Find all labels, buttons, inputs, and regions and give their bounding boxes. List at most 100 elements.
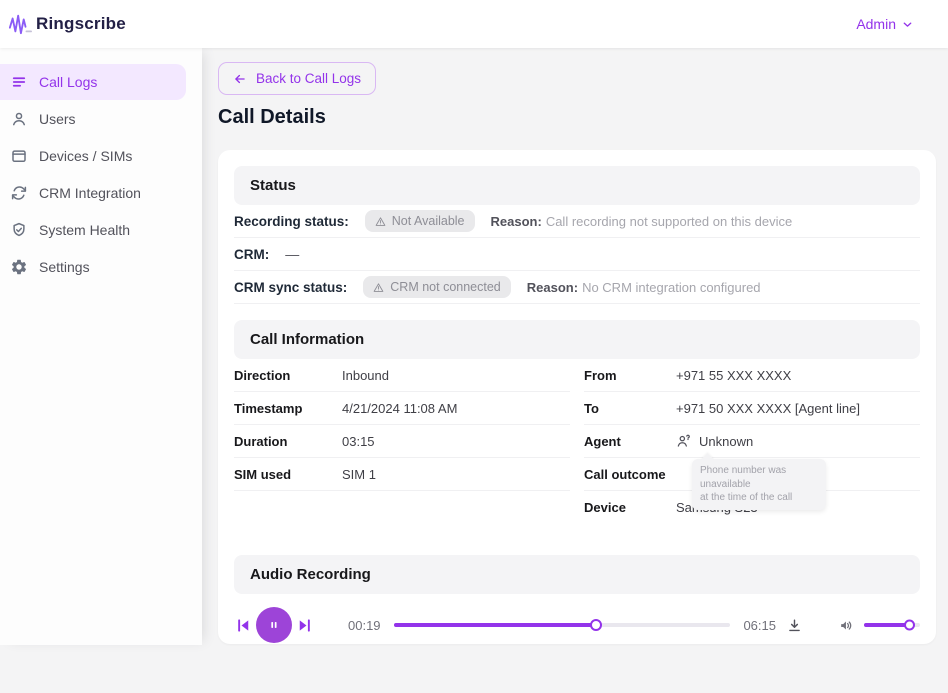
download-button[interactable] xyxy=(786,617,803,634)
field-value: Unknown xyxy=(676,433,753,449)
crm-sync-status-label: CRM sync status: xyxy=(234,280,347,295)
sidebar-item-label: Call Logs xyxy=(39,74,97,90)
direction-field: Direction Inbound xyxy=(234,359,570,392)
current-time: 00:19 xyxy=(348,618,381,633)
volume-slider[interactable] xyxy=(864,623,920,627)
progress-bar[interactable] xyxy=(394,623,731,627)
user-menu[interactable]: Admin xyxy=(856,16,914,32)
crm-sync-status-row: CRM sync status: CRM not connected Reaso… xyxy=(234,271,920,304)
sidebar-item-call-logs[interactable]: Call Logs xyxy=(0,64,186,100)
total-time: 06:15 xyxy=(743,618,776,633)
reason-label: Reason: xyxy=(491,214,542,229)
field-label: SIM used xyxy=(234,467,342,482)
field-label: Device xyxy=(584,500,676,515)
reason-label: Reason: xyxy=(527,280,578,295)
crm-value: — xyxy=(285,246,299,262)
user-icon xyxy=(10,110,28,128)
back-to-call-logs-button[interactable]: Back to Call Logs xyxy=(218,62,376,95)
sim-used-field: SIM used SIM 1 xyxy=(234,458,570,491)
duration-field: Duration 03:15 xyxy=(234,425,570,458)
crm-sync-status-badge: CRM not connected xyxy=(363,276,510,298)
crm-label: CRM: xyxy=(234,247,269,262)
sidebar-item-devices-sims[interactable]: Devices / SIMs xyxy=(0,138,202,174)
sidebar-item-label: System Health xyxy=(39,222,130,238)
progress-fill xyxy=(394,623,596,627)
recording-status-label: Recording status: xyxy=(234,214,349,229)
sidebar-item-system-health[interactable]: System Health xyxy=(0,212,202,248)
field-label: To xyxy=(584,401,676,416)
volume-thumb[interactable] xyxy=(904,620,915,631)
crm-row: CRM: — xyxy=(234,238,920,271)
recording-status-badge-label: Not Available xyxy=(392,214,465,228)
reason-text: Call recording not supported on this dev… xyxy=(546,214,792,229)
brand-name: Ringscribe xyxy=(36,14,126,34)
audio-player: 00:19 06:15 xyxy=(234,605,920,645)
user-menu-label: Admin xyxy=(856,16,896,32)
agent-value-text: Unknown xyxy=(699,434,753,449)
field-value: Inbound xyxy=(342,368,389,383)
shield-check-icon xyxy=(10,221,28,239)
audio-recording-section: Audio Recording xyxy=(234,555,920,645)
user-question-icon xyxy=(676,433,692,449)
agent-field: Agent Unknown xyxy=(584,425,920,458)
timestamp-field: Timestamp 4/21/2024 11:08 AM xyxy=(234,392,570,425)
call-details-card: Status Recording status: Not Available R… xyxy=(218,150,936,644)
skip-forward-button[interactable] xyxy=(295,616,314,635)
recording-status-row: Recording status: Not Available Reason: C… xyxy=(234,205,920,238)
sidebar-item-label: CRM Integration xyxy=(39,185,141,201)
brand-logo: Ringscribe xyxy=(8,12,126,36)
back-button-label: Back to Call Logs xyxy=(256,71,361,86)
page-title: Call Details xyxy=(218,106,936,129)
download-icon xyxy=(786,617,803,634)
call-information-header: Call Information xyxy=(234,320,920,359)
crm-sync-badge-label: CRM not connected xyxy=(390,280,500,294)
field-label: Timestamp xyxy=(234,401,342,416)
recording-reason: Reason: Call recording not supported on t… xyxy=(491,214,793,229)
field-value: SIM 1 xyxy=(342,467,376,482)
empty-cell xyxy=(234,491,570,524)
skip-back-button[interactable] xyxy=(234,616,253,635)
field-value: 03:15 xyxy=(342,434,375,449)
warning-icon xyxy=(375,216,386,227)
device-icon xyxy=(10,147,28,165)
sidebar-item-label: Users xyxy=(39,111,76,127)
main-content: Back to Call Logs Call Details Status Re… xyxy=(202,48,948,645)
crm-sync-reason: Reason: No CRM integration configured xyxy=(527,280,761,295)
status-section-header: Status xyxy=(234,166,920,205)
agent-unavailable-tooltip: Phone number was unavailable at the time… xyxy=(692,459,826,510)
arrow-left-icon xyxy=(233,72,247,86)
field-value: +971 50 XXX XXXX [Agent line] xyxy=(676,401,860,416)
sidebar-item-users[interactable]: Users xyxy=(0,101,202,137)
progress-thumb[interactable] xyxy=(590,619,602,631)
pause-button[interactable] xyxy=(256,607,292,643)
volume-fill xyxy=(864,623,909,627)
audio-recording-header: Audio Recording xyxy=(234,555,920,594)
field-label: Direction xyxy=(234,368,342,383)
sidebar-item-label: Devices / SIMs xyxy=(39,148,132,164)
tooltip-line1: Phone number was unavailable xyxy=(700,465,786,490)
to-field: To +971 50 XXX XXXX [Agent line] xyxy=(584,392,920,425)
sidebar: Call Logs Users Devices / SIMs CRM Integ… xyxy=(0,48,202,645)
field-value: 4/21/2024 11:08 AM xyxy=(342,401,457,416)
field-value: +971 55 XXX XXXX xyxy=(676,368,791,383)
field-label: Call outcome xyxy=(584,467,676,482)
field-label: Agent xyxy=(584,434,676,449)
reason-text: No CRM integration configured xyxy=(582,280,760,295)
recording-status-badge: Not Available xyxy=(365,210,475,232)
pause-icon xyxy=(266,617,282,633)
field-label: Duration xyxy=(234,434,342,449)
skip-back-icon xyxy=(234,616,253,635)
sidebar-item-settings[interactable]: Settings xyxy=(0,249,202,285)
field-label: From xyxy=(584,368,676,383)
gear-icon xyxy=(10,258,28,276)
topbar: Ringscribe Admin xyxy=(0,0,948,48)
warning-icon xyxy=(373,282,384,293)
volume-icon[interactable] xyxy=(838,617,855,634)
from-field: From +971 55 XXX XXXX xyxy=(584,359,920,392)
call-logs-icon xyxy=(10,73,28,91)
chevron-down-icon xyxy=(901,18,914,31)
skip-forward-icon xyxy=(295,616,314,635)
waveform-logo-icon xyxy=(8,12,32,36)
sidebar-item-crm-integration[interactable]: CRM Integration xyxy=(0,175,202,211)
sync-icon xyxy=(10,184,28,202)
